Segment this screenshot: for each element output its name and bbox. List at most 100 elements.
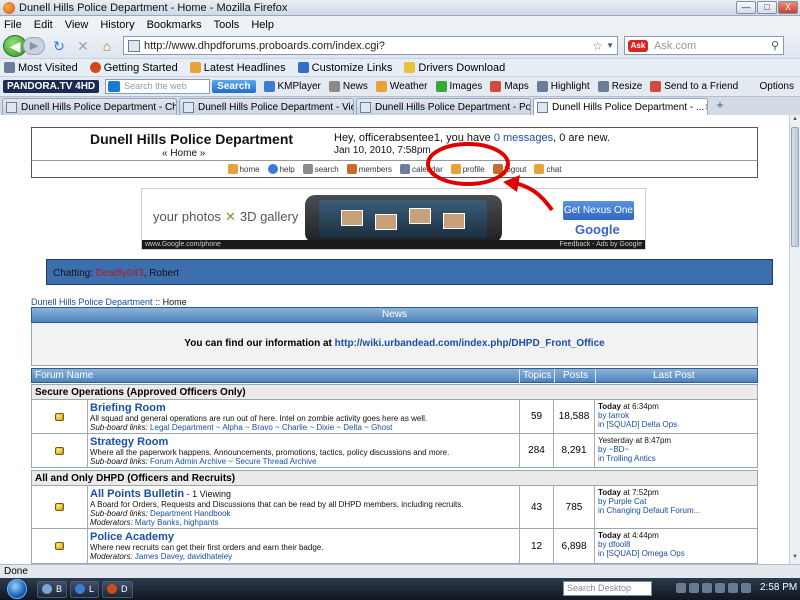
nav-calendar[interactable]: calendar xyxy=(400,164,443,174)
sub-board-list[interactable]: Forum Admin Archive ~ Secure Thread Arch… xyxy=(150,457,316,466)
tab-home[interactable]: Dunell Hills Police Department - ...✕ xyxy=(533,98,708,115)
table-row[interactable]: Strategy Room Where all the paperwork ha… xyxy=(31,434,758,468)
nav-logout[interactable]: logout xyxy=(492,164,526,174)
sub-board-list[interactable]: Legal Department ~ Alpha ~ Bravo ~ Charl… xyxy=(150,423,392,432)
tab-close-icon[interactable]: ✕ xyxy=(704,102,707,113)
nav-profile[interactable]: profile xyxy=(450,164,485,174)
messages-link[interactable]: 0 messages xyxy=(494,132,553,144)
ad-feedback-link[interactable]: Feedback - Ads by Google xyxy=(560,240,643,249)
bookmark-drivers-download[interactable]: Drivers Download xyxy=(404,62,505,74)
table-row[interactable]: All Points Bulletin - 1 Viewing A Board … xyxy=(31,486,758,529)
close-button[interactable]: X xyxy=(778,1,798,14)
last-post-thread[interactable]: in [SQUAD] Omega Ops xyxy=(598,549,756,558)
bookmark-customize-links[interactable]: Customize Links xyxy=(297,62,392,74)
new-tab-button[interactable]: + xyxy=(710,98,730,115)
home-crumb[interactable]: « Home » xyxy=(162,148,205,159)
sub-board-list[interactable]: Department Handbook xyxy=(150,509,231,518)
tray-icon[interactable] xyxy=(741,583,751,593)
nav-help[interactable]: help xyxy=(267,164,295,174)
last-post-thread[interactable]: in [SQUAD] Delta Ops xyxy=(598,420,756,429)
toolbar-search-input[interactable]: Search the web xyxy=(105,79,211,94)
home-icon[interactable]: ⌂ xyxy=(97,36,117,56)
menu-file[interactable]: File xyxy=(4,19,22,31)
toolbar-news[interactable]: News xyxy=(328,81,368,92)
toolbar-item-label: Maps xyxy=(504,81,529,92)
tray-icon[interactable] xyxy=(702,583,712,593)
last-post-author[interactable]: by tarrok xyxy=(598,411,756,420)
bookmark-most-visited[interactable]: Most Visited xyxy=(4,62,78,74)
moderators-list[interactable]: James Davey, davidhateley xyxy=(135,552,232,561)
reload-icon[interactable]: ↻ xyxy=(49,36,69,56)
nav-members[interactable]: members xyxy=(346,164,392,174)
menu-bookmarks[interactable]: Bookmarks xyxy=(147,19,202,31)
tab-label: Dunell Hills Police Department - Vie... xyxy=(198,101,354,113)
toolbar-highlight[interactable]: Highlight xyxy=(536,81,590,92)
start-button[interactable] xyxy=(0,578,34,600)
last-post-thread[interactable]: in Trolling Antics xyxy=(598,454,756,463)
scroll-thumb[interactable] xyxy=(791,127,799,247)
breadcrumb-link[interactable]: Dunell Hills Police Department xyxy=(31,297,153,307)
menu-edit[interactable]: Edit xyxy=(34,19,53,31)
toolbar-resize[interactable]: Resize xyxy=(597,81,642,92)
taskbar-item[interactable]: L xyxy=(70,580,100,598)
nav-search[interactable]: search xyxy=(302,164,339,174)
tray-icon[interactable] xyxy=(715,583,725,593)
menu-history[interactable]: History xyxy=(100,19,134,31)
desktop-search-input[interactable]: Search Desktop xyxy=(563,581,652,596)
menu-tools[interactable]: Tools xyxy=(214,19,240,31)
scroll-up-icon[interactable]: ▲ xyxy=(791,116,799,125)
tab-post[interactable]: Dunell Hills Police Department - Po... xyxy=(356,98,531,115)
last-post-author[interactable]: by ~BD~ xyxy=(598,445,756,454)
maximize-button[interactable]: □ xyxy=(757,1,777,14)
bookmark-latest-headlines[interactable]: Latest Headlines xyxy=(189,62,286,74)
menu-help[interactable]: Help xyxy=(251,19,274,31)
bookmark-getting-started[interactable]: Getting Started xyxy=(89,62,178,74)
last-post-author[interactable]: by dfool8 xyxy=(598,540,756,549)
chat-user[interactable]: Deadly043 xyxy=(96,268,144,279)
table-row[interactable]: Briefing Room All squad and general oper… xyxy=(31,400,758,434)
vertical-scrollbar[interactable]: ▲ ▼ xyxy=(789,115,800,564)
nav-home[interactable]: home xyxy=(227,164,260,174)
toolbar-options[interactable]: Options xyxy=(760,81,794,92)
taskbar-item-firefox[interactable]: D xyxy=(102,580,133,598)
tray-icon[interactable] xyxy=(676,583,686,593)
last-post-author[interactable]: by Purple Cat xyxy=(598,497,756,506)
magnifier-icon[interactable]: ⚲ xyxy=(771,39,779,52)
pandora-logo[interactable]: PANDORA.TV 4HD xyxy=(3,80,100,93)
forum-name-link[interactable]: Briefing Room xyxy=(90,402,518,414)
news-link[interactable]: http://wiki.urbandead.com/index.php/DHPD… xyxy=(335,338,605,349)
stop-icon[interactable]: ✕ xyxy=(73,36,93,56)
ask-logo-icon[interactable]: Ask xyxy=(628,39,648,52)
web-search-input[interactable]: Ask Ask.com ⚲ xyxy=(624,36,784,55)
toolbar-send-friend[interactable]: Send to a Friend xyxy=(650,81,738,92)
chevron-down-icon[interactable]: ▼ xyxy=(606,41,614,50)
forum-name-link[interactable]: All Points Bulletin xyxy=(90,488,184,500)
tab-chat[interactable]: Dunell Hills Police Department - Ch... xyxy=(2,98,177,115)
table-row[interactable]: Police Academy Where new recruits can ge… xyxy=(31,529,758,564)
toolbar-kmplayer[interactable]: KMPlayer xyxy=(263,81,321,92)
last-post-thread[interactable]: in Changing Default Forum... xyxy=(598,506,756,515)
forward-arrow-icon[interactable]: ▶ xyxy=(23,36,45,55)
toolbar-maps[interactable]: Maps xyxy=(490,81,529,92)
chat-user[interactable]: Robert xyxy=(149,268,179,279)
ad-footer-url[interactable]: www.Google.com/phone xyxy=(145,241,221,248)
minimize-button[interactable]: — xyxy=(736,1,756,14)
scroll-down-icon[interactable]: ▼ xyxy=(791,554,799,563)
tray-icon[interactable] xyxy=(689,583,699,593)
url-bar[interactable]: http://www.dhpdforums.proboards.com/inde… xyxy=(123,36,618,55)
forum-name-link[interactable]: Police Academy xyxy=(90,531,518,543)
moderators-list[interactable]: Marty Banks, highpants xyxy=(135,518,219,527)
toolbar-weather[interactable]: Weather xyxy=(375,81,428,92)
menu-view[interactable]: View xyxy=(65,19,89,31)
google-ad-banner[interactable]: your photos ✕ 3D gallery Get Nexus One Goo… xyxy=(141,188,646,250)
toolbar-images[interactable]: Images xyxy=(435,81,482,92)
get-nexus-one-button[interactable]: Get Nexus One xyxy=(563,201,634,220)
tab-view[interactable]: Dunell Hills Police Department - Vie... xyxy=(179,98,354,115)
msn-icon xyxy=(297,62,309,73)
toolbar-search-button[interactable]: Search xyxy=(212,80,256,93)
star-icon[interactable]: ☆ xyxy=(592,39,603,53)
taskbar-item[interactable]: B xyxy=(37,580,68,598)
tray-icon[interactable] xyxy=(728,583,738,593)
nav-chat[interactable]: chat xyxy=(534,164,561,174)
forum-name-link[interactable]: Strategy Room xyxy=(90,436,518,448)
